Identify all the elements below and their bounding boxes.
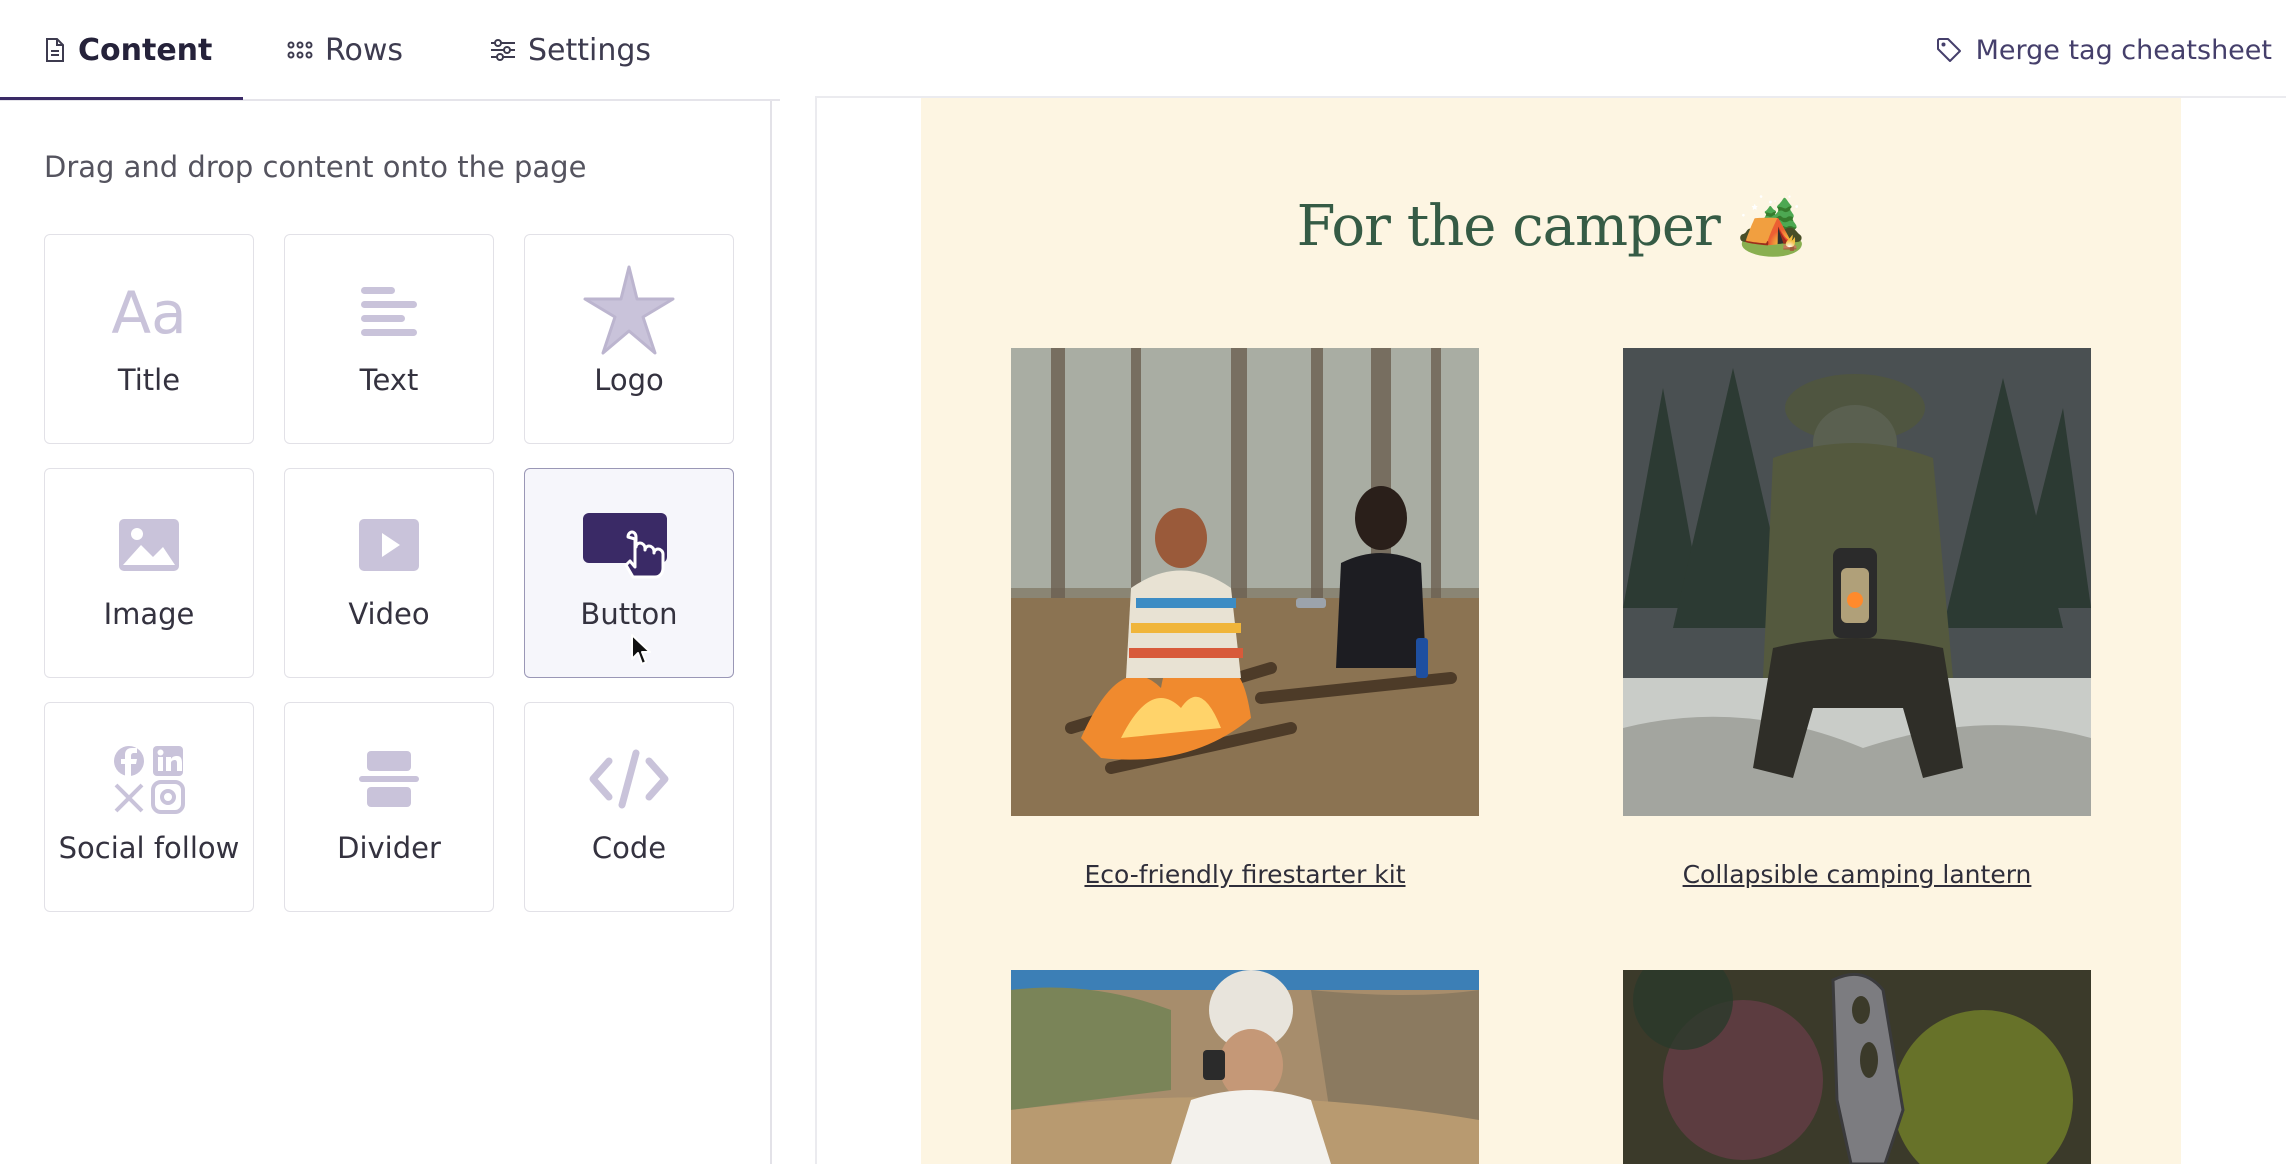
block-video[interactable]: Video <box>284 468 494 678</box>
block-button[interactable]: Button <box>524 468 734 678</box>
tag-icon <box>1936 37 1962 63</box>
tab-rows-label: Rows <box>325 32 404 68</box>
tab-settings-label: Settings <box>528 32 652 68</box>
block-divider[interactable]: Divider <box>284 702 494 912</box>
product-link-firestarter[interactable]: Eco-friendly firestarter kit <box>945 860 1545 889</box>
block-text[interactable]: Text <box>284 234 494 444</box>
sliders-icon <box>490 39 516 61</box>
block-text-label: Text <box>359 363 419 397</box>
tab-content[interactable]: Content <box>44 0 212 100</box>
block-code-label: Code <box>591 831 667 865</box>
product-image-campfire[interactable] <box>1011 348 1479 816</box>
email-heading[interactable]: For the camper 🏕️ <box>921 193 2181 259</box>
block-social-follow[interactable]: Social follow <box>44 702 254 912</box>
button-click-icon <box>525 495 733 595</box>
product-image-multitool[interactable] <box>1623 970 2091 1164</box>
svg-text:Aa: Aa <box>111 281 186 341</box>
top-tab-bar: Content Rows Settings Merge tag cheatshe… <box>0 0 2286 101</box>
product-link-lantern[interactable]: Collapsible camping lantern <box>1557 860 2157 889</box>
video-play-icon <box>285 495 493 595</box>
block-image[interactable]: Image <box>44 468 254 678</box>
canvas-left-border <box>815 96 817 1164</box>
block-title-label: Title <box>117 363 181 397</box>
document-icon <box>44 37 66 63</box>
active-tab-indicator <box>0 97 243 100</box>
starfish-logo-icon <box>525 261 733 361</box>
tab-settings[interactable]: Settings <box>490 0 651 100</box>
image-icon <box>45 495 253 595</box>
email-preview[interactable]: For the camper 🏕️ Eco-friendly firestart… <box>921 98 2181 1164</box>
merge-tag-cheatsheet-link[interactable]: Merge tag cheatsheet <box>1936 0 2272 100</box>
block-title[interactable]: Aa Title <box>44 234 254 444</box>
product-image-mug[interactable] <box>1011 970 1479 1164</box>
tab-rows[interactable]: Rows <box>287 0 403 100</box>
block-code[interactable]: Code <box>524 702 734 912</box>
block-video-label: Video <box>348 597 430 631</box>
tab-content-label: Content <box>78 32 213 68</box>
block-button-label: Button <box>580 597 678 631</box>
block-social-follow-label: Social follow <box>58 831 240 865</box>
mouse-pointer-icon <box>630 633 652 671</box>
block-logo[interactable]: Logo <box>524 234 734 444</box>
text-lines-icon <box>285 261 493 361</box>
merge-tag-label: Merge tag cheatsheet <box>1975 34 2272 66</box>
block-logo-label: Logo <box>594 363 664 397</box>
social-icons-icon <box>45 729 253 829</box>
code-brackets-icon <box>525 729 733 829</box>
title-aa-icon: Aa <box>45 261 253 361</box>
block-divider-label: Divider <box>337 831 441 865</box>
block-image-label: Image <box>103 597 195 631</box>
panel-hint: Drag and drop content onto the page <box>44 150 587 184</box>
product-image-lantern[interactable] <box>1623 348 2091 816</box>
divider-icon <box>285 729 493 829</box>
grid-dots-icon <box>287 40 313 60</box>
